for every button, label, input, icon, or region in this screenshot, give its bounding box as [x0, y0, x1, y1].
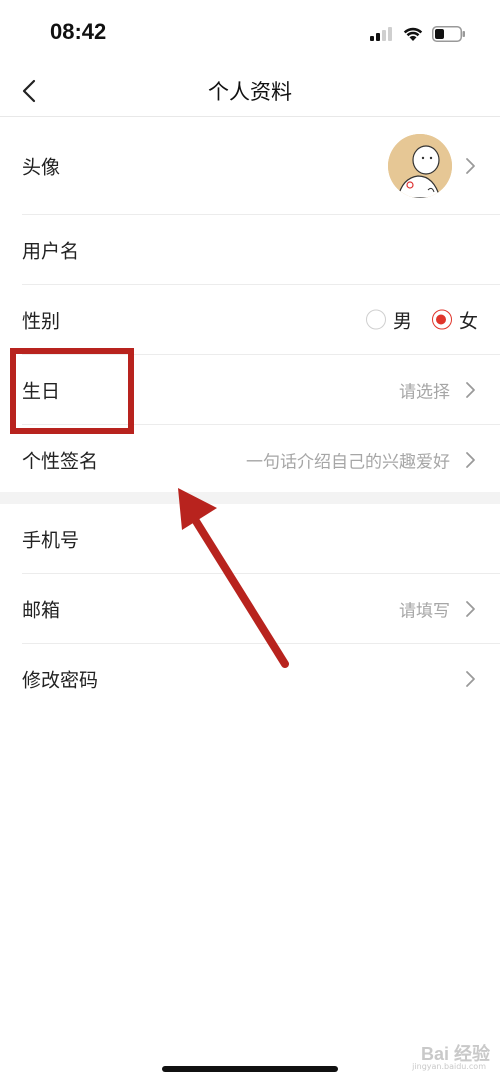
watermark-sub: jingyan.baidu.com	[412, 1062, 486, 1071]
birthday-chevron-icon	[466, 381, 475, 398]
battery-icon	[432, 26, 465, 42]
male-label: 男	[392, 310, 412, 332]
birthday-label: 生日	[22, 380, 61, 402]
status-bar: 08:42	[0, 0, 500, 66]
avatar[interactable]	[388, 133, 452, 198]
gender-radio-group: 男 女	[365, 306, 478, 333]
password-chevron-icon	[466, 670, 475, 687]
avatar-image	[388, 133, 452, 198]
signature-chevron-icon	[466, 451, 475, 468]
section-divider	[0, 492, 500, 504]
username-label: 用户名	[22, 240, 80, 262]
gender-label: 性别	[22, 310, 61, 332]
birthday-row[interactable]: 生日 请选择	[22, 355, 500, 425]
status-icons	[370, 24, 466, 44]
profile-section: 头像 用户名 性别 男 女 生日 请选择 个性签名 一句话介绍自己的兴趣爱好	[0, 117, 500, 494]
signature-label: 个性签名	[22, 450, 99, 472]
gender-option-male[interactable]: 男	[365, 306, 412, 333]
female-label: 女	[458, 310, 478, 332]
email-value: 请填写	[399, 601, 450, 621]
wifi-icon	[403, 27, 423, 41]
page-title: 个人资料	[208, 80, 292, 104]
change-password-row[interactable]: 修改密码	[22, 644, 500, 713]
avatar-chevron-icon	[466, 157, 475, 174]
gender-row: 性别 男 女	[22, 285, 500, 355]
avatar-row[interactable]: 头像	[22, 117, 500, 215]
female-radio[interactable]	[431, 309, 452, 330]
nav-bar: 个人资料	[0, 66, 500, 117]
birthday-value: 请选择	[399, 382, 450, 402]
avatar-label: 头像	[22, 156, 61, 178]
email-chevron-icon	[466, 600, 475, 617]
email-row[interactable]: 邮箱 请填写	[22, 574, 500, 644]
status-time: 08:42	[50, 19, 107, 44]
gender-option-female[interactable]: 女	[431, 306, 478, 333]
account-section: 手机号 邮箱 请填写 修改密码	[0, 504, 500, 713]
home-indicator	[162, 1066, 338, 1072]
phone-row[interactable]: 手机号	[22, 504, 500, 574]
email-label: 邮箱	[22, 599, 61, 621]
signature-placeholder: 一句话介绍自己的兴趣爱好	[246, 452, 450, 472]
male-radio[interactable]	[365, 309, 386, 330]
signature-row[interactable]: 个性签名 一句话介绍自己的兴趣爱好	[22, 425, 500, 494]
username-row[interactable]: 用户名	[22, 215, 500, 285]
change-password-label: 修改密码	[22, 669, 99, 691]
phone-label: 手机号	[22, 529, 80, 551]
signal-icon	[370, 27, 392, 41]
